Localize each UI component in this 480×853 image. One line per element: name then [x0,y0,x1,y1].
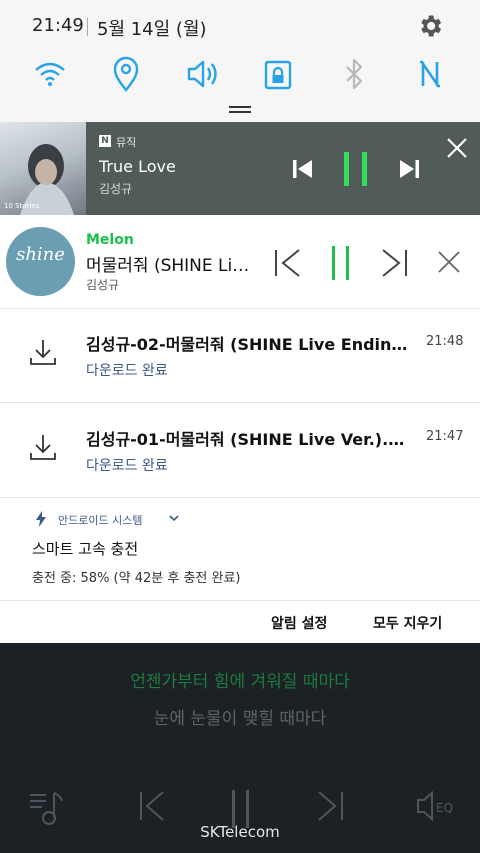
melon-next-button[interactable] [379,248,409,278]
eq-label: EQ [436,801,453,815]
download-notification-2[interactable]: 김성규-01-머물러줘 (SHINE Live Ver.).mp3 21:47 … [0,404,480,498]
pause-button[interactable] [340,150,372,188]
chevron-down-icon[interactable] [168,513,180,523]
melon-logo: Melon [86,232,134,248]
divider [87,18,88,36]
melon-pause-button[interactable] [329,244,353,282]
charging-notification[interactable]: 안드로이드 시스템 스마트 고속 충전 충전 중: 58% (약 42분 후 충… [0,498,480,601]
download-file-name: 김성규-01-머물러줘 (SHINE Live Ver.).mp3 [86,430,414,449]
album-art-caption: 10 Stories [4,202,40,210]
bg-previous-icon [140,791,164,821]
album-art: 10 Stories [0,122,86,215]
melon-previous-button[interactable] [273,248,303,278]
download-icon [30,435,56,460]
bg-next-icon [318,791,343,821]
background-player: 언젠가부터 힘에 겨워질 때마다 눈에 눈물이 맺힐 때마다 EQ SKTele… [0,643,480,853]
track-artist: 김성규 [99,182,133,196]
close-icon[interactable] [445,136,469,160]
charging-status-text: 충전 중: 58% (약 42분 후 충전 완료) [32,571,241,586]
wifi-icon[interactable] [32,54,68,94]
download-file-name: 김성규-02-머물러줘 (SHINE Live Ending Ver.) [86,335,414,354]
clear-all-button[interactable]: 모두 지우기 [373,613,442,633]
download-status: 다운로드 완료 [86,458,168,474]
current-lyric: 언젠가부터 힘에 겨워질 때마다 [130,672,350,692]
track-title: True Love [99,157,176,176]
music-app-badge: N [99,135,111,147]
location-icon[interactable] [108,54,144,94]
melon-album-cover: shine [6,227,75,296]
music-app-name: 뮤직 [116,136,137,149]
settings-gear-icon[interactable] [416,12,444,40]
notification-settings-button[interactable]: 알림 설정 [271,613,327,633]
sound-icon[interactable] [184,54,220,94]
download-icon [30,340,56,365]
nfc-icon[interactable] [412,54,448,94]
quick-settings-panel: 21:49 5월 14일 (월) [0,0,480,122]
melon-song-title: 머물러줘 (SHINE Live Ending Ver.) [86,256,252,276]
previous-track-button[interactable] [291,158,315,180]
music-notification[interactable]: 10 Stories N 뮤직 True Love 김성규 [0,122,480,215]
next-lyric: 눈에 눈물이 맺힐 때마다 [153,709,327,729]
download-time: 21:47 [426,429,464,444]
clock: 21:49 [32,15,84,36]
date: 5월 14일 (월) [97,19,207,40]
equalizer-icon: EQ [417,790,453,822]
melon-artist: 김성규 [86,278,120,292]
system-app-name: 안드로이드 시스템 [58,514,143,527]
download-status: 다운로드 완료 [86,363,168,379]
next-track-button[interactable] [397,158,421,180]
melon-notification[interactable]: shine Melon 머물러줘 (SHINE Live Ending Ver.… [0,215,480,309]
screen-lock-icon[interactable] [260,54,296,94]
download-time: 21:48 [426,334,464,349]
lightning-bolt-icon [36,511,46,527]
charging-title: 스마트 고속 충전 [32,540,139,558]
carrier-label: SKTelecom [200,823,280,841]
cover-text: shine [16,244,65,265]
melon-close-icon[interactable] [437,250,461,274]
notification-actions: 알림 설정 모두 지우기 [0,601,480,643]
download-notification-1[interactable]: 김성규-02-머물러줘 (SHINE Live Ending Ver.) 21:… [0,309,480,403]
drag-handle[interactable] [229,106,251,113]
bluetooth-icon[interactable] [336,54,372,94]
